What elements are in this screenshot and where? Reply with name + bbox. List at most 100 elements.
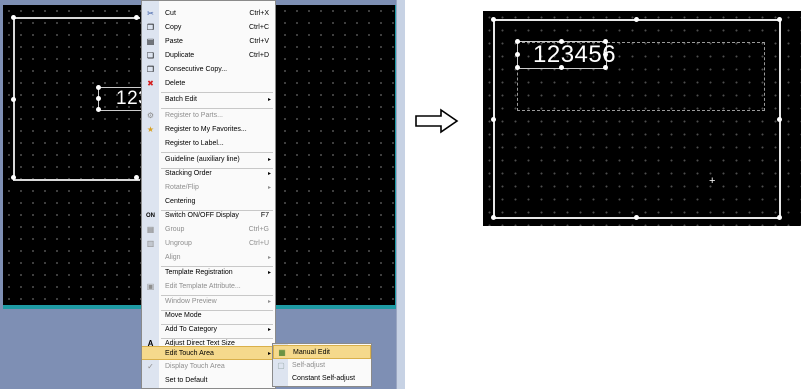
resize-handle[interactable]	[634, 215, 639, 220]
resize-handle[interactable]	[777, 17, 782, 22]
submenu-arrow-icon: ▸	[267, 327, 271, 333]
submenu-arrow-icon: ▸	[267, 351, 271, 357]
resize-handle[interactable]	[515, 52, 520, 57]
menu-item-edit-template-attribute: ▣ Edit Template Attribute...	[142, 280, 277, 294]
menu-item-display-touch-area: ✓ Display Touch Area	[142, 360, 277, 374]
resize-handle[interactable]	[11, 15, 16, 20]
crosshair-cursor: +	[709, 175, 716, 187]
submenu-arrow-icon: ▸	[267, 171, 271, 177]
delete-icon: ✖	[147, 79, 154, 88]
resize-handle[interactable]	[491, 215, 496, 220]
menu-item-label: Window Preview	[165, 298, 217, 305]
submenu-item-label: Self-adjust	[292, 362, 326, 369]
menu-item-label: Align	[165, 254, 181, 261]
template-icon: ▣	[146, 282, 155, 291]
resize-handle[interactable]	[515, 39, 520, 44]
menu-item-template-registration[interactable]: Template Registration ▸	[142, 266, 277, 280]
menu-item-label: Rotate/Flip	[165, 184, 199, 191]
menu-item-shortcut: Ctrl+U	[248, 240, 269, 247]
resize-handle[interactable]	[11, 175, 16, 180]
menu-item-shortcut: Ctrl+D	[248, 52, 269, 59]
menu-item-label: Switch ON/OFF Display	[165, 212, 239, 219]
right-arrow-icon	[415, 108, 459, 134]
resize-handle[interactable]	[134, 15, 139, 20]
menu-item-centering[interactable]: Centering	[142, 195, 277, 209]
duplicate-icon: ❏	[146, 51, 155, 60]
manual-edit-icon: ▦	[278, 348, 286, 357]
resize-handle[interactable]	[777, 117, 782, 122]
resize-handle[interactable]	[11, 97, 16, 102]
menu-item-label: Consecutive Copy...	[165, 66, 228, 73]
onoff-icon: ON	[146, 213, 155, 219]
menu-item-label: Edit Template Attribute...	[165, 283, 241, 290]
menu-item-copy[interactable]: ❐ Copy Ctrl+C	[142, 21, 277, 35]
menu-item-label: Add To Category	[165, 326, 218, 333]
menu-item-duplicate[interactable]: ❏ Duplicate Ctrl+D	[142, 49, 277, 63]
group-icon: ▦	[146, 225, 155, 234]
menu-item-batch-edit[interactable]: Batch Edit ▸	[142, 93, 277, 107]
resize-handle[interactable]	[777, 215, 782, 220]
numeric-display: 123456	[533, 41, 617, 68]
menu-item-register-to-my-favorites[interactable]: ★ Register to My Favorites...	[142, 123, 277, 137]
vertical-scrollbar[interactable]	[396, 0, 405, 389]
menu-item-label: Set to Default	[165, 377, 208, 384]
submenu-item-self-adjust: ▢ Self-adjust	[273, 359, 371, 373]
menu-item-register-to-label[interactable]: Register to Label...	[142, 137, 277, 151]
menu-item-shortcut: Ctrl+X	[249, 10, 269, 17]
menu-item-label: Paste	[165, 38, 183, 45]
menu-item-label: Delete	[165, 80, 186, 87]
submenu-arrow-icon: ▸	[267, 270, 271, 276]
parts-icon: ⚙	[146, 111, 155, 120]
favorites-icon: ★	[146, 125, 155, 134]
resize-handle[interactable]	[491, 17, 496, 22]
menu-item-guideline-auxiliary-line[interactable]: Guideline (auxiliary line) ▸	[142, 153, 277, 167]
copy-icon: ❐	[146, 23, 155, 32]
menu-item-ungroup: ▥ Ungroup Ctrl+U	[142, 237, 277, 251]
menu-item-cut[interactable]: ✂ Cut Ctrl+X	[142, 7, 277, 21]
menu-item-set-to-default[interactable]: Set to Default	[142, 374, 277, 388]
menu-item-move-mode[interactable]: Move Mode	[142, 309, 277, 323]
scissors-icon: ✂	[147, 9, 154, 18]
menu-item-shortcut: F7	[260, 212, 269, 219]
consecutive-copy-icon: ❒	[146, 65, 155, 74]
menu-item-add-to-category[interactable]: Add To Category ▸	[142, 323, 277, 337]
menu-item-label: Cut	[165, 10, 176, 17]
menu-item-paste[interactable]: ▤ Paste Ctrl+V	[142, 35, 277, 49]
submenu-item-label: Constant Self-adjust	[292, 375, 356, 382]
resize-handle[interactable]	[634, 17, 639, 22]
menu-item-label: Copy	[165, 24, 182, 31]
menu-item-rotate-flip: Rotate/Flip ▸	[142, 181, 277, 195]
resize-handle[interactable]	[134, 175, 139, 180]
self-adjust-icon: ▢	[277, 361, 285, 370]
menu-item-group: ▦ Group Ctrl+G	[142, 223, 277, 237]
menu-item-stacking-order[interactable]: Stacking Order ▸	[142, 167, 277, 181]
submenu-item-label: Manual Edit	[293, 349, 330, 356]
resize-handle[interactable]	[96, 107, 101, 112]
menu-item-align: Align ▸	[142, 251, 277, 265]
resize-handle[interactable]	[96, 96, 101, 101]
menu-item-label: Batch Edit	[165, 96, 197, 103]
resize-handle[interactable]	[96, 85, 101, 90]
menu-item-label: Group	[165, 226, 185, 233]
menu-item-shortcut: Ctrl+C	[248, 24, 269, 31]
submenu-item-constant-self-adjust[interactable]: Constant Self-adjust	[273, 372, 371, 386]
resize-handle[interactable]	[491, 117, 496, 122]
menu-item-register-to-parts: ⚙ Register to Parts...	[142, 109, 277, 123]
submenu-item-manual-edit[interactable]: ▦ Manual Edit	[273, 345, 371, 359]
submenu-arrow-icon: ▸	[267, 255, 271, 261]
submenu-arrow-icon: ▸	[267, 299, 271, 305]
menu-item-label: Register to Label...	[165, 140, 224, 147]
menu-item-label: Register to Parts...	[165, 112, 223, 119]
edit-touch-area-submenu: ▦ Manual Edit ▢ Self-adjust Constant Self-ad…	[272, 343, 372, 387]
menu-item-switch-on-off-display[interactable]: ON Switch ON/OFF Display F7	[142, 209, 277, 223]
menu-item-delete[interactable]: ✖ Delete	[142, 77, 277, 91]
menu-item-edit-touch-area[interactable]: Edit Touch Area ▸	[142, 346, 277, 360]
menu-item-label: Template Registration	[165, 269, 233, 276]
menu-item-label: Duplicate	[165, 52, 195, 59]
menu-item-label: Display Touch Area	[165, 363, 225, 370]
resize-handle[interactable]	[515, 65, 520, 70]
right-screenshot: 123456 +	[483, 11, 801, 226]
menu-item-consecutive-copy[interactable]: ❒ Consecutive Copy...	[142, 63, 277, 77]
menu-item-label: Edit Touch Area	[165, 350, 214, 357]
check-icon: ✓	[147, 362, 154, 371]
